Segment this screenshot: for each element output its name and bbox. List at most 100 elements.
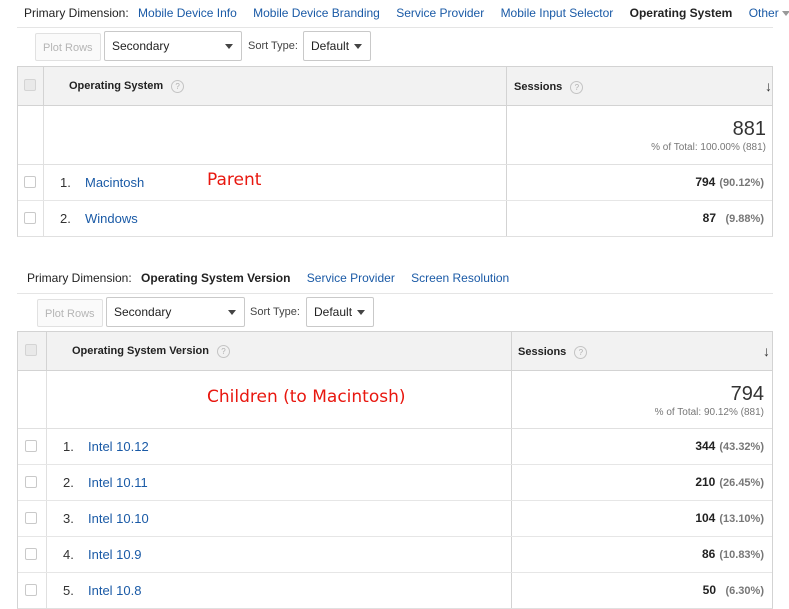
- row-checkbox-cell: [18, 573, 47, 608]
- row-checkbox[interactable]: [24, 212, 36, 224]
- sort-type-dropdown[interactable]: Default: [306, 297, 374, 327]
- table-row: 1. Macintosh 794 (90.12%): [18, 165, 772, 201]
- column-divider: [506, 106, 507, 164]
- column-divider: [506, 201, 507, 236]
- header-sessions[interactable]: Sessions?: [514, 68, 584, 106]
- plot-rows-button[interactable]: Plot Rows: [37, 299, 103, 327]
- column-divider: [506, 67, 507, 105]
- row-sessions-percent: (13.10%): [719, 513, 764, 525]
- sort-type-label: Sort Type:: [250, 306, 300, 318]
- select-all-checkbox[interactable]: [24, 79, 36, 91]
- chevron-down-icon: [228, 310, 236, 315]
- dimension-link-mobile-device-branding[interactable]: Mobile Device Branding: [253, 6, 380, 20]
- table-row: 2. Intel 10.11 210 (26.45%): [18, 465, 772, 501]
- row-dimension-link[interactable]: Macintosh: [85, 165, 144, 200]
- sort-descending-icon[interactable]: ↓: [765, 67, 772, 105]
- row-checkbox[interactable]: [25, 548, 37, 560]
- dimension-link-service-provider[interactable]: Service Provider: [396, 6, 484, 20]
- sort-descending-icon[interactable]: ↓: [763, 332, 770, 370]
- row-sessions-value: 104: [695, 511, 716, 525]
- help-icon[interactable]: ?: [171, 79, 185, 93]
- row-sessions-percent: (26.45%): [719, 477, 764, 489]
- column-divider: [511, 465, 512, 500]
- primary-dimension-bar: Primary Dimension: Operating System Vers…: [27, 266, 522, 290]
- dimension-other-dropdown[interactable]: Other: [749, 6, 789, 20]
- row-checkbox-cell: [18, 429, 47, 464]
- header-sessions-label: Sessions: [518, 346, 567, 358]
- header-dimension-label: Operating System Version: [72, 345, 209, 357]
- sort-type-value: Default: [311, 39, 350, 53]
- data-table: Operating System Version? Sessions? ↓ 79…: [17, 331, 773, 609]
- row-dimension-link[interactable]: Intel 10.11: [88, 465, 148, 500]
- row-checkbox-cell: [18, 165, 44, 200]
- header-sessions-label: Sessions: [514, 81, 563, 93]
- header-sessions[interactable]: Sessions?: [518, 333, 588, 371]
- total-sessions: 794: [730, 383, 764, 405]
- column-divider: [511, 429, 512, 464]
- row-dimension-link[interactable]: Windows: [85, 201, 138, 236]
- total-sessions: 881: [732, 118, 766, 140]
- row-checkbox[interactable]: [25, 440, 37, 452]
- primary-dimension-bar: Primary Dimension: Mobile Device Info Mo…: [24, 1, 789, 25]
- row-sessions-value: 87: [702, 211, 716, 225]
- sort-type-label: Sort Type:: [248, 40, 298, 52]
- row-sessions: 344 (43.32%): [695, 429, 764, 465]
- dimension-active-operating-system: Operating System: [629, 6, 733, 20]
- row-number: 3.: [63, 511, 74, 526]
- select-all-checkbox[interactable]: [25, 344, 37, 356]
- row-sessions: 210 (26.45%): [695, 465, 764, 501]
- sort-type-dropdown[interactable]: Default: [303, 31, 371, 61]
- row-number: 5.: [63, 583, 74, 598]
- row-sessions-value: 794: [695, 175, 716, 189]
- row-number: 2.: [60, 211, 71, 226]
- row-number: 4.: [63, 547, 74, 562]
- row-sessions: 794 (90.12%): [695, 165, 764, 201]
- header-dimension[interactable]: Operating System?: [69, 67, 185, 105]
- totals-checkbox-cell: [18, 106, 44, 164]
- row-checkbox[interactable]: [25, 512, 37, 524]
- chevron-down-icon: [357, 310, 365, 315]
- annotation-parent: Parent: [207, 170, 262, 190]
- primary-dimension-label: Primary Dimension:: [27, 271, 132, 285]
- data-table: Operating System? Sessions? ↓ 881 % of T…: [17, 66, 773, 237]
- annotation-children: Children (to Macintosh): [207, 387, 406, 407]
- row-sessions-percent: (90.12%): [719, 177, 764, 189]
- table-row: 3. Intel 10.10 104 (13.10%): [18, 501, 772, 537]
- help-icon[interactable]: ?: [574, 345, 588, 359]
- total-percent: % of Total: 90.12% (881): [654, 407, 764, 418]
- row-sessions: 50 (6.30%): [703, 573, 764, 609]
- row-checkbox[interactable]: [24, 176, 36, 188]
- dimension-link-screen-resolution[interactable]: Screen Resolution: [411, 271, 509, 285]
- row-dimension-link[interactable]: Intel 10.10: [88, 501, 149, 536]
- help-icon[interactable]: ?: [570, 80, 584, 94]
- plot-rows-button[interactable]: Plot Rows: [35, 33, 101, 61]
- help-icon[interactable]: ?: [216, 344, 230, 358]
- dimension-link-mobile-device-info[interactable]: Mobile Device Info: [138, 6, 237, 20]
- row-number: 1.: [63, 439, 74, 454]
- column-divider: [511, 573, 512, 608]
- secondary-dimension-dropdown[interactable]: Secondary dimension: [106, 297, 245, 347]
- row-number: 2.: [63, 475, 74, 490]
- row-dimension-link[interactable]: Intel 10.8: [88, 573, 142, 608]
- column-divider: [511, 537, 512, 572]
- sort-type-value: Default: [314, 305, 353, 319]
- row-checkbox[interactable]: [25, 584, 37, 596]
- row-sessions-percent: (10.83%): [719, 549, 764, 561]
- row-number: 1.: [60, 175, 71, 190]
- dimension-link-service-provider[interactable]: Service Provider: [307, 271, 395, 285]
- header-dimension[interactable]: Operating System Version?: [72, 332, 230, 370]
- primary-dimension-label: Primary Dimension:: [24, 6, 129, 20]
- totals-checkbox-cell: [18, 371, 47, 428]
- chevron-down-icon: [781, 11, 789, 17]
- dimension-other-label: Other: [748, 6, 779, 20]
- table-toolbar: Plot Rows Secondary dimension Sort Type:…: [17, 293, 773, 347]
- row-sessions: 104 (13.10%): [695, 501, 764, 537]
- totals-row: 881 % of Total: 100.00% (881): [18, 106, 772, 165]
- dimension-link-mobile-input-selector[interactable]: Mobile Input Selector: [501, 6, 614, 20]
- table-row: 4. Intel 10.9 86 (10.83%): [18, 537, 772, 573]
- row-dimension-link[interactable]: Intel 10.9: [88, 537, 142, 572]
- row-checkbox[interactable]: [25, 476, 37, 488]
- secondary-dimension-dropdown[interactable]: Secondary dimension: [104, 31, 242, 81]
- row-dimension-link[interactable]: Intel 10.12: [88, 429, 149, 464]
- row-sessions-value: 50: [702, 583, 716, 597]
